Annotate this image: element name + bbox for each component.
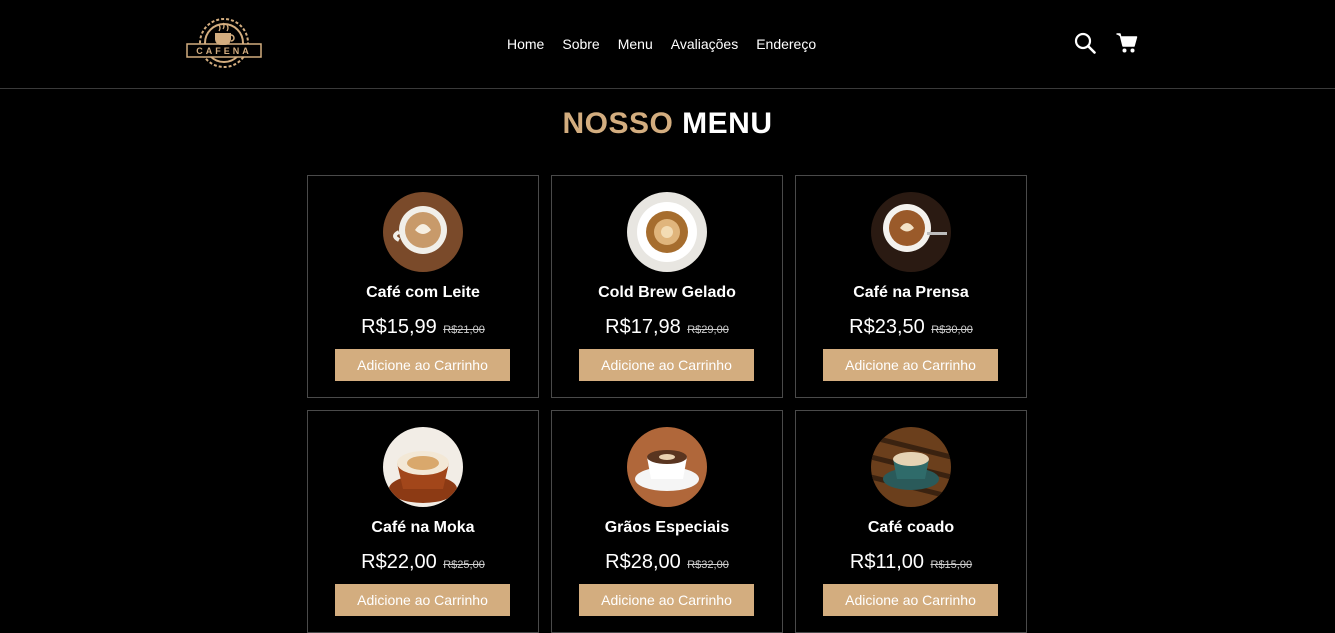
site-header: CAFENA Home Sobre Menu Avaliações Endere… xyxy=(0,0,1335,89)
nav-home[interactable]: Home xyxy=(507,35,544,53)
item-price: R$15,99 xyxy=(361,316,437,338)
coffee-cup-image xyxy=(627,427,707,507)
title-accent-word: NOSSO xyxy=(562,107,674,140)
item-name: Café com Leite xyxy=(366,284,480,301)
item-price: R$17,98 xyxy=(605,316,681,338)
add-to-cart-button[interactable]: Adicione ao Carrinho xyxy=(335,584,510,616)
item-old-price: R$29,00 xyxy=(687,324,729,336)
item-price: R$23,50 xyxy=(849,316,925,338)
item-old-price: R$21,00 xyxy=(443,324,485,336)
item-old-price: R$32,00 xyxy=(687,559,729,571)
add-to-cart-button[interactable]: Adicione ao Carrinho xyxy=(335,349,510,381)
item-name: Cold Brew Gelado xyxy=(598,284,736,301)
item-name: Grãos Especiais xyxy=(604,519,730,536)
title-word: MENU xyxy=(682,107,773,140)
item-old-price: R$15,00 xyxy=(930,559,973,571)
menu-card: Grãos Especiais R$28,00 R$32,00 Adicione… xyxy=(551,410,783,633)
cart-icon[interactable] xyxy=(1116,32,1138,54)
coffee-cup-image xyxy=(871,192,951,272)
coffee-cup-image xyxy=(383,192,463,272)
menu-card: Café com Leite R$15,99 R$21,00 Adicione … xyxy=(307,175,539,398)
menu-card: Café coado R$11,00 R$15,00 Adicione ao C… xyxy=(795,410,1027,633)
item-name: Café na Moka xyxy=(371,519,475,536)
add-to-cart-button[interactable]: Adicione ao Carrinho xyxy=(823,349,998,381)
price-row: R$22,00 R$25,00 xyxy=(308,550,538,577)
menu-section-title: NOSSO MENU xyxy=(0,106,1335,142)
item-price: R$11,00 xyxy=(849,551,925,573)
add-to-cart-button[interactable]: Adicione ao Carrinho xyxy=(579,349,754,381)
item-old-price: R$30,00 xyxy=(931,324,973,336)
item-price: R$22,00 xyxy=(361,551,437,573)
price-row: R$11,00 R$15,00 xyxy=(796,550,1026,577)
coffee-cup-image xyxy=(383,427,463,507)
nav-avaliacoes[interactable]: Avaliações xyxy=(671,35,738,53)
main-nav: Home Sobre Menu Avaliações Endereço xyxy=(507,35,816,53)
nav-menu[interactable]: Menu xyxy=(618,35,653,53)
price-row: R$28,00 R$32,00 xyxy=(552,550,782,577)
item-name: Café coado xyxy=(867,519,955,536)
nav-endereco[interactable]: Endereço xyxy=(756,35,816,53)
price-row: R$23,50 R$30,00 xyxy=(796,315,1026,342)
menu-card: Café na Prensa R$23,50 R$30,00 Adicione … xyxy=(795,175,1027,398)
price-row: R$17,98 R$29,00 xyxy=(552,315,782,342)
item-old-price: R$25,00 xyxy=(443,559,485,571)
menu-grid: Café com Leite R$15,99 R$21,00 Adicione … xyxy=(307,175,1027,633)
add-to-cart-button[interactable]: Adicione ao Carrinho xyxy=(579,584,754,616)
coffee-cup-image xyxy=(871,427,951,507)
item-price: R$28,00 xyxy=(605,551,681,573)
item-name: Café na Prensa xyxy=(853,284,969,301)
add-to-cart-button[interactable]: Adicione ao Carrinho xyxy=(823,584,998,616)
coffee-cup-image xyxy=(627,192,707,272)
search-icon[interactable] xyxy=(1074,32,1096,54)
cafena-logo[interactable]: CAFENA xyxy=(185,11,263,75)
menu-card: Café na Moka R$22,00 R$25,00 Adicione ao… xyxy=(307,410,539,633)
price-row: R$15,99 R$21,00 xyxy=(308,315,538,342)
menu-card: Cold Brew Gelado R$17,98 R$29,00 Adicion… xyxy=(551,175,783,398)
svg-text:CAFENA: CAFENA xyxy=(196,46,252,56)
nav-sobre[interactable]: Sobre xyxy=(562,35,599,53)
